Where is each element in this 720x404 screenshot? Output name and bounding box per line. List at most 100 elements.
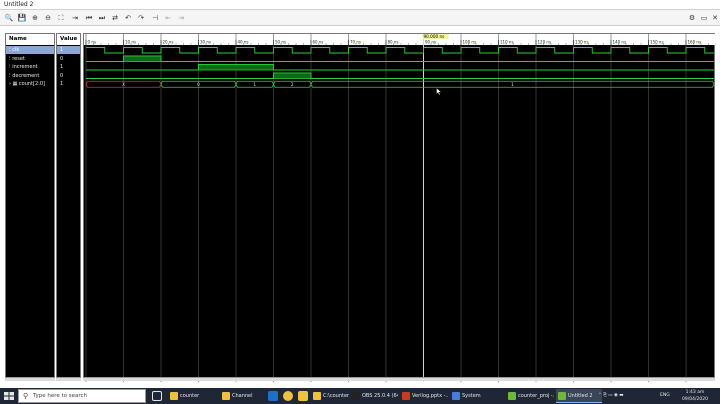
taskbar-app[interactable]: counter_proj -... (506, 389, 554, 403)
settings-gear-icon[interactable]: ⚙ (688, 14, 696, 22)
cursor-time-label: 90.000 ns (424, 34, 445, 39)
taskbar-app[interactable]: C:\counter\tb... (311, 389, 349, 403)
signal-value-cell: 1 (60, 81, 64, 87)
signal-high-pulse (273, 72, 312, 79)
signal-name-row[interactable]: › ▦ count[2:0] (6, 80, 54, 88)
go-to-end-icon[interactable]: ⏭ (97, 13, 107, 23)
taskbar-app-label: Channel (232, 393, 253, 399)
taskbar-app[interactable]: OBS 25.0.4 (64... (350, 389, 398, 403)
app-icon (508, 392, 516, 400)
cursor-to-start-icon[interactable]: ⇥ (70, 13, 80, 23)
timescale-label: 140 ns (613, 40, 627, 45)
timescale-label: 50 ns (275, 40, 286, 45)
taskbar-app-label: Untitled 2 (568, 393, 593, 399)
timescale-label: 120 ns (538, 40, 552, 45)
waveform-toolbar: 🔍 💾 ⊕ ⊖ ⛶ ⇥ ⏮ ⏭ ⇄ ↶ ↷ ⊣ ⇤ ⇥ ⚙ ▭ ✕ (0, 10, 720, 26)
signal-value-panel: Value 10101 (56, 33, 81, 381)
timescale-label: 150 ns (650, 40, 664, 45)
signal-name-row[interactable]: ⁝ clk (6, 46, 54, 54)
bus-value-label: 2 (291, 82, 294, 87)
timescale-label: 30 ns (200, 40, 211, 45)
taskbar-app[interactable]: counter (168, 389, 218, 403)
previous-marker-icon[interactable]: ⇤ (163, 13, 173, 23)
previous-transition-icon[interactable]: ↶ (123, 13, 133, 23)
timescale-label: 160 ns (688, 40, 702, 45)
taskbar-search-box[interactable]: ⚲ Type here to search (18, 389, 146, 403)
value-panel-scrollbar[interactable] (56, 377, 81, 381)
signal-value-cell: 0 (60, 72, 64, 79)
signal-name-label: decrement (12, 72, 40, 79)
windows-start-icon[interactable] (3, 391, 15, 401)
timescale-label: 0 ns (88, 40, 96, 45)
bus-value-label: 1 (253, 82, 256, 87)
signal-type-icon: › ▦ (9, 81, 19, 87)
timescale-label: 20 ns (163, 40, 174, 45)
timescale-label: 40 ns (238, 40, 249, 45)
app-icon (352, 392, 360, 400)
signal-trace (86, 55, 714, 62)
next-transition-icon[interactable]: ↷ (136, 13, 146, 23)
taskbar-app-label: System (462, 393, 481, 399)
signal-name-panel: Name ⁝ clk ⁝ reset ⁝ increment ⁝ decrement ›… (5, 33, 55, 381)
timescale-label: 80 ns (388, 40, 399, 45)
tray-language[interactable]: ENG (660, 389, 670, 403)
signal-name-label: clk (12, 47, 20, 53)
zoom-fit-icon[interactable]: ⛶ (56, 13, 66, 23)
signal-name-row[interactable]: ⁝ reset (6, 55, 54, 63)
next-marker-icon[interactable]: ⇥ (176, 13, 186, 23)
app-icon (313, 392, 321, 400)
chrome-icon[interactable] (283, 391, 293, 401)
taskbar-clock[interactable]: 1:43 am 09/04/2020 (674, 388, 716, 404)
file-explorer-icon[interactable] (298, 391, 308, 401)
clock-time: 1:43 am (685, 390, 705, 395)
taskbar-app[interactable]: System (450, 389, 504, 403)
mouse-pointer-icon (436, 87, 442, 96)
signal-trace (86, 64, 714, 71)
signal-name-label: reset (12, 55, 25, 62)
name-column-header: Name (6, 34, 54, 45)
app-icon (170, 392, 178, 400)
taskbar-app-label: counter (180, 393, 200, 399)
add-marker-icon[interactable]: ⊣ (150, 13, 160, 23)
timescale-label: 60 ns (313, 40, 324, 45)
app-icon (222, 392, 230, 400)
zoom-in-icon[interactable]: ⊕ (30, 13, 40, 23)
taskbar-app[interactable]: Channel (220, 389, 266, 403)
bus-value-label: X (122, 82, 125, 87)
zoom-out-icon[interactable]: ⊖ (43, 13, 53, 23)
bus-value-label: 0 (197, 82, 200, 87)
swap-cursors-icon[interactable]: ⇄ (110, 13, 120, 23)
signal-value-cell: 1 (60, 64, 64, 70)
signal-trace (86, 47, 714, 54)
signal-value-cell: 0 (60, 55, 64, 62)
timescale-label: 110 ns (500, 40, 514, 45)
waveform-scrollbar[interactable] (83, 377, 715, 381)
taskbar-app[interactable]: Verilog.pptx -... (400, 389, 448, 403)
signal-trace (86, 72, 714, 79)
signal-name-row[interactable]: ⁝ decrement (6, 72, 54, 80)
signal-name-label: count[2:0] (18, 81, 45, 87)
waveform-svg: 0 ns 10 ns 20 ns 30 ns 40 ns 50 ns 60 ns 70 ns 8… (84, 34, 716, 382)
tray-icons[interactable]: ⌃ ⎘ ▭ ◉ ▬ (598, 389, 624, 403)
taskbar-app[interactable]: Untitled 2 (556, 389, 602, 403)
app-icon (452, 392, 460, 400)
timescale-label: 70 ns (350, 40, 361, 45)
timescale-label: 130 ns (575, 40, 589, 45)
value-column-header: Value (57, 34, 80, 45)
close-icon[interactable]: ✕ (711, 14, 719, 22)
signal-high-pulse (198, 64, 274, 71)
task-view-icon[interactable] (152, 391, 162, 401)
restore-icon[interactable]: ▭ (700, 14, 708, 22)
zoom-search-icon[interactable]: 🔍 (4, 13, 14, 23)
window-title: Untitled 2 (4, 1, 34, 8)
search-icon: ⚲ (23, 392, 29, 400)
name-panel-scrollbar[interactable] (5, 377, 55, 381)
signal-high-pulse (123, 55, 162, 62)
taskbar-app-label: OBS 25.0.4 (64... (362, 393, 398, 399)
taskbar-app-label: Verilog.pptx -... (412, 393, 448, 399)
go-to-start-icon[interactable]: ⏮ (84, 13, 94, 23)
save-icon[interactable]: 💾 (17, 13, 27, 23)
waveform-canvas[interactable]: 0 ns 10 ns 20 ns 30 ns 40 ns 50 ns 60 ns 70 ns 8… (83, 33, 716, 382)
signal-name-row[interactable]: ⁝ increment (6, 63, 54, 71)
outlook-icon[interactable] (268, 391, 278, 401)
